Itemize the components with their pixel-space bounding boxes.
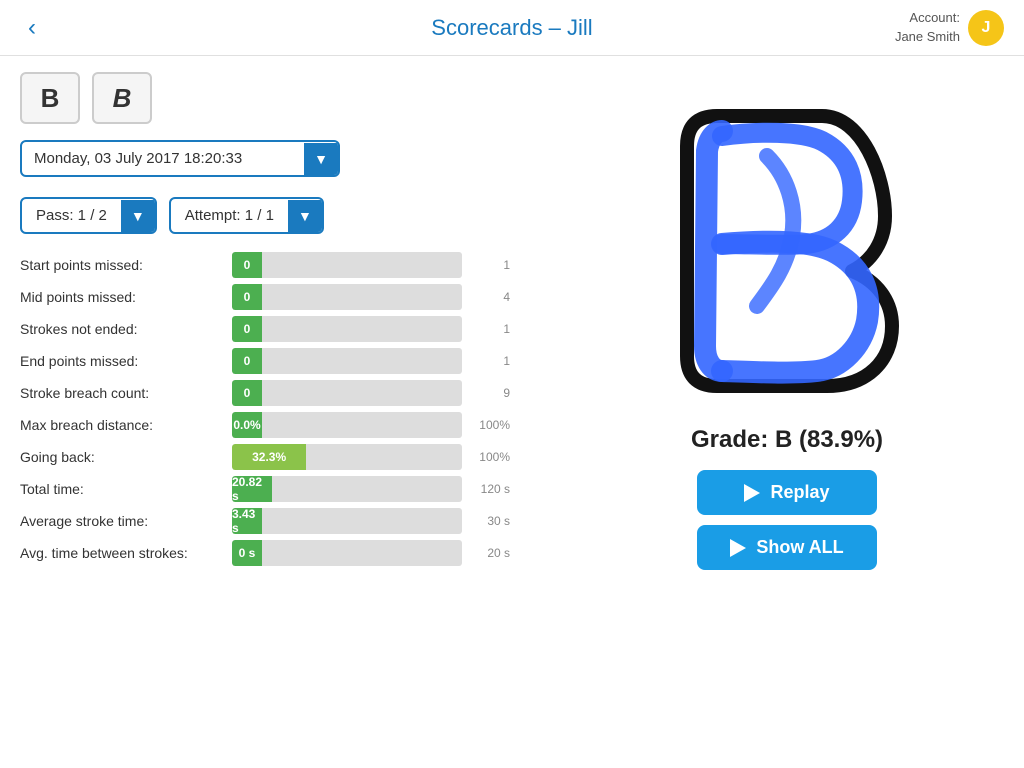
replay-label: Replay — [770, 482, 829, 503]
metric-label: Avg. time between strokes: — [20, 545, 220, 561]
metric-max: 1 — [474, 258, 510, 272]
metric-bar: 0.0% — [232, 412, 462, 438]
metric-bar-fill: 0 s — [232, 540, 262, 566]
play-icon — [744, 484, 760, 502]
metric-max: 9 — [474, 386, 510, 400]
metrics-list: Start points missed: 0 1 Mid points missed:… — [20, 252, 540, 566]
metric-label: Strokes not ended: — [20, 321, 220, 337]
pass-arrow: ▼ — [121, 200, 155, 232]
metric-max: 4 — [474, 290, 510, 304]
metric-bar-fill: 0.0% — [232, 412, 262, 438]
metric-bar: 0 — [232, 284, 462, 310]
play-icon — [730, 539, 746, 557]
date-dropdown[interactable]: Monday, 03 July 2017 18:20:33 ▼ — [20, 140, 340, 177]
account-area: Account: Jane Smith J — [895, 9, 1004, 45]
metric-label: Average stroke time: — [20, 513, 220, 529]
metric-max: 20 s — [474, 546, 510, 560]
replay-button[interactable]: Replay — [697, 470, 877, 515]
metric-bar: 0 — [232, 316, 462, 342]
metric-bar: 0 — [232, 380, 462, 406]
date-value: Monday, 03 July 2017 18:20:33 — [22, 142, 304, 175]
metric-row: Start points missed: 0 1 — [20, 252, 540, 278]
metric-label: End points missed: — [20, 353, 220, 369]
metric-max: 1 — [474, 322, 510, 336]
metric-bar: 32.3% — [232, 444, 462, 470]
metric-bar-fill: 0 — [232, 252, 262, 278]
attempt-dropdown[interactable]: Attempt: 1 / 1 ▼ — [169, 197, 324, 234]
metric-bar-fill: 20.82 s — [232, 476, 272, 502]
right-panel: Grade: B (83.9%) Replay Show ALL — [560, 56, 1024, 768]
selectors-row: Pass: 1 / 2 ▼ Attempt: 1 / 1 ▼ — [20, 197, 540, 234]
back-button[interactable]: ‹ — [20, 10, 44, 46]
metric-label: Start points missed: — [20, 257, 220, 273]
date-dropdown-arrow: ▼ — [304, 143, 338, 175]
account-label: Account: — [895, 9, 960, 27]
letter-canvas — [627, 76, 947, 416]
metric-bar: 0 — [232, 348, 462, 374]
metric-max: 100% — [474, 450, 510, 464]
left-panel: B B Monday, 03 July 2017 18:20:33 ▼ Pass… — [0, 56, 560, 768]
metric-max: 30 s — [474, 514, 510, 528]
metric-row: End points missed: 0 1 — [20, 348, 540, 374]
metric-bar-fill: 0 — [232, 284, 262, 310]
metric-max: 1 — [474, 354, 510, 368]
metric-bar: 3.43 s — [232, 508, 462, 534]
pass-dropdown[interactable]: Pass: 1 / 2 ▼ — [20, 197, 157, 234]
metric-label: Going back: — [20, 449, 220, 465]
metric-bar-fill: 3.43 s — [232, 508, 262, 534]
metric-row: Average stroke time: 3.43 s 30 s — [20, 508, 540, 534]
metric-row: Stroke breach count: 0 9 — [20, 380, 540, 406]
metric-max: 100% — [474, 418, 510, 432]
avatar: J — [968, 10, 1004, 46]
grade-display: Grade: B (83.9%) — [691, 426, 883, 454]
metric-bar-fill: 0 — [232, 348, 262, 374]
letter-tab-0[interactable]: B — [20, 72, 80, 124]
metric-bar: 0 — [232, 252, 462, 278]
metric-row: Avg. time between strokes: 0 s 20 s — [20, 540, 540, 566]
metric-row: Max breach distance: 0.0% 100% — [20, 412, 540, 438]
metric-label: Max breach distance: — [20, 417, 220, 433]
metric-bar-fill: 0 — [232, 316, 262, 342]
show-all-button[interactable]: Show ALL — [697, 525, 877, 570]
page-title: Scorecards – Jill — [431, 15, 592, 41]
action-buttons: Replay Show ALL — [697, 470, 877, 580]
metric-bar: 0 s — [232, 540, 462, 566]
letter-tabs: B B — [20, 72, 540, 124]
header: ‹ Scorecards – Jill Account: Jane Smith … — [0, 0, 1024, 56]
show-all-label: Show ALL — [756, 537, 843, 558]
metric-max: 120 s — [474, 482, 510, 496]
metric-row: Mid points missed: 0 4 — [20, 284, 540, 310]
metric-label: Total time: — [20, 481, 220, 497]
main-content: B B Monday, 03 July 2017 18:20:33 ▼ Pass… — [0, 56, 1024, 768]
metric-row: Going back: 32.3% 100% — [20, 444, 540, 470]
metric-bar-fill: 0 — [232, 380, 262, 406]
letter-tab-1[interactable]: B — [92, 72, 152, 124]
metric-label: Stroke breach count: — [20, 385, 220, 401]
metric-label: Mid points missed: — [20, 289, 220, 305]
metric-row: Strokes not ended: 0 1 — [20, 316, 540, 342]
attempt-arrow: ▼ — [288, 200, 322, 232]
account-name: Jane Smith — [895, 28, 960, 46]
metric-row: Total time: 20.82 s 120 s — [20, 476, 540, 502]
metric-bar: 20.82 s — [232, 476, 462, 502]
pass-value: Pass: 1 / 2 — [22, 199, 121, 232]
attempt-value: Attempt: 1 / 1 — [171, 199, 288, 232]
metric-bar-fill: 32.3% — [232, 444, 306, 470]
